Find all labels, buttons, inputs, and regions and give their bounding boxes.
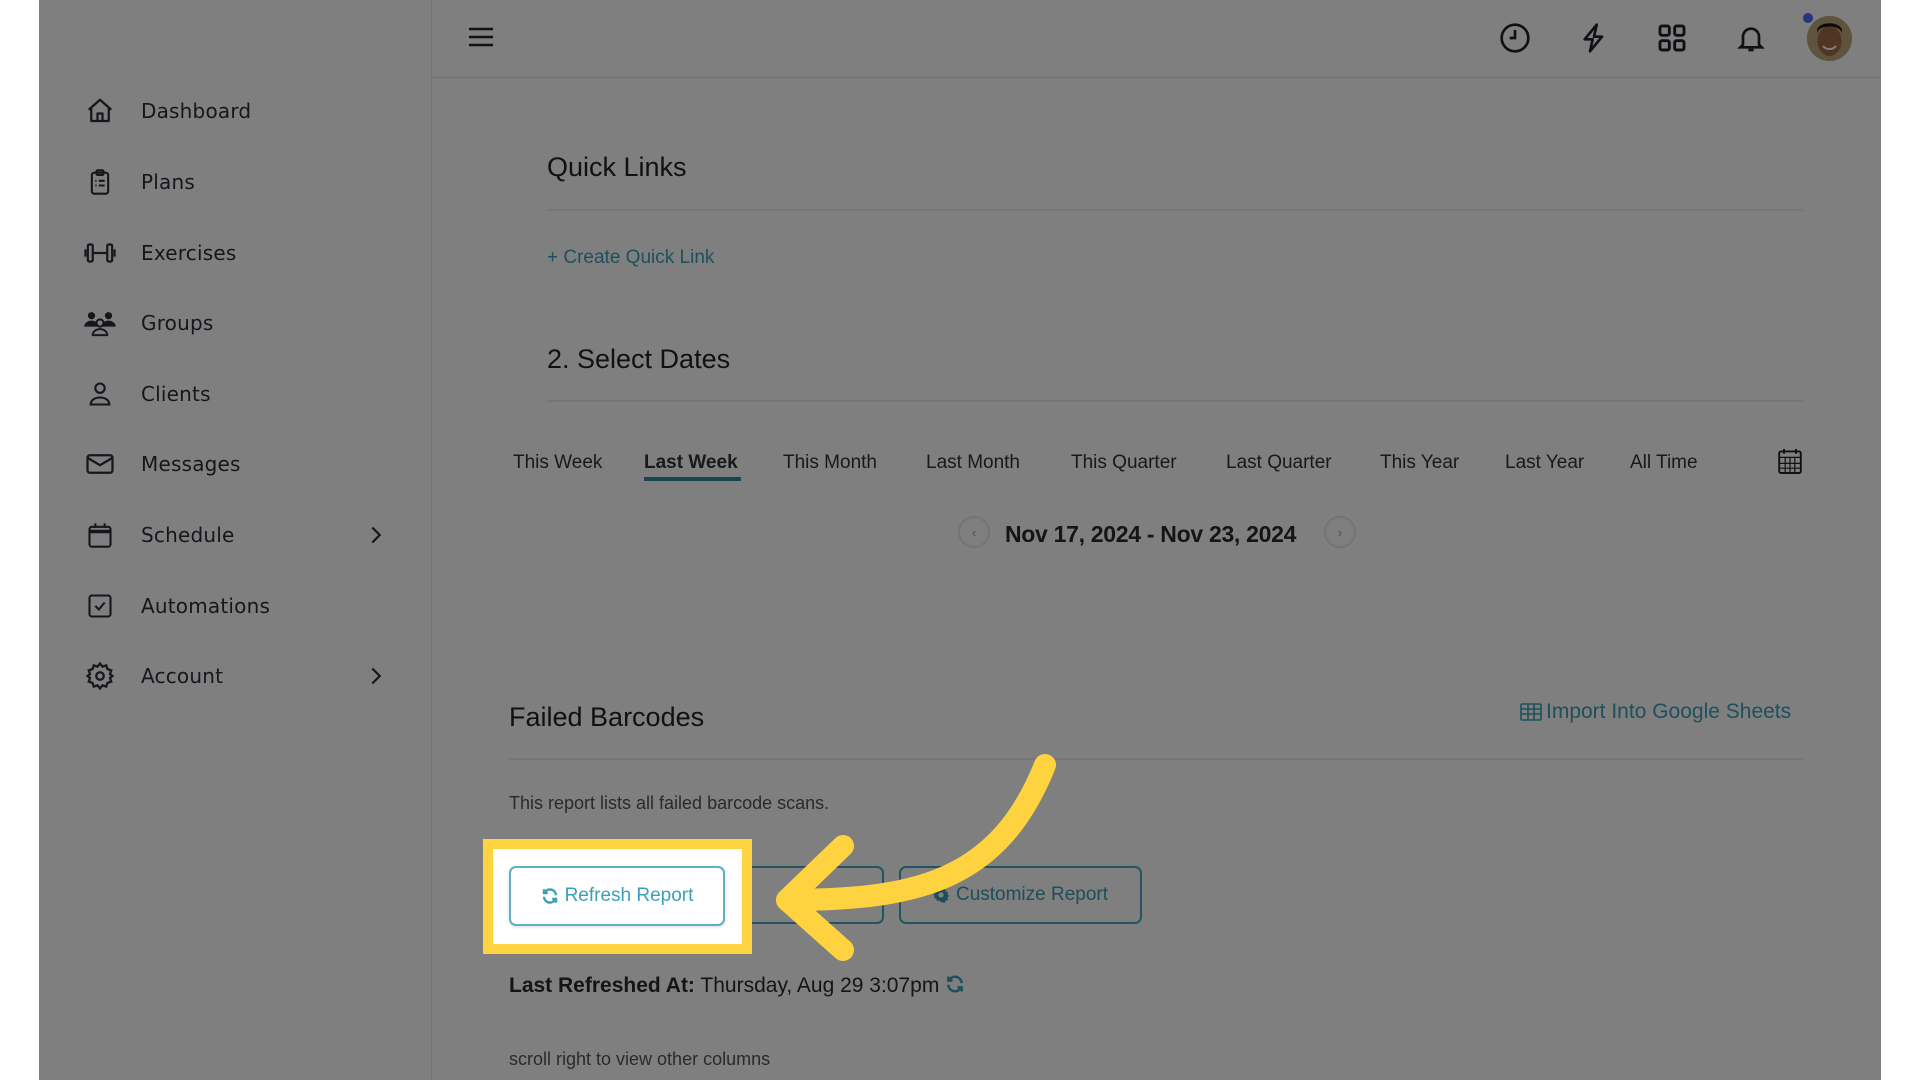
divider: [509, 758, 1803, 760]
envelope-icon: [83, 447, 117, 481]
divider: [547, 209, 1803, 211]
tab-this-year[interactable]: This Year: [1380, 452, 1459, 474]
highlight-box: Refresh Report: [483, 839, 752, 954]
customize-report-button[interactable]: Customize Report: [899, 866, 1142, 924]
tab-last-quarter[interactable]: Last Quarter: [1226, 452, 1332, 474]
sidebar-item-exercises[interactable]: Exercises: [83, 233, 423, 273]
quick-links-title: Quick Links: [547, 152, 687, 182]
last-refreshed-label: Last Refreshed At:: [509, 974, 695, 997]
refresh-icon[interactable]: [945, 974, 965, 1000]
import-google-sheets-link[interactable]: Import Into Google Sheets: [1520, 700, 1791, 724]
sidebar-item-label: Dashboard: [141, 99, 252, 123]
sidebar-item-label: Groups: [141, 311, 214, 335]
scroll-hint: scroll right to view other columns: [509, 1049, 771, 1069]
user-icon: [83, 377, 117, 411]
gear-icon: [83, 659, 117, 693]
download-button[interactable]: [740, 866, 884, 924]
table-icon: [1520, 703, 1542, 721]
calendar-picker-icon[interactable]: [1778, 447, 1802, 480]
report-title: Failed Barcodes: [509, 702, 705, 732]
tab-this-month[interactable]: This Month: [783, 452, 877, 474]
apps-grid-icon[interactable]: [1656, 22, 1688, 54]
notification-badge: [1803, 13, 1813, 23]
sidebar-item-clients[interactable]: Clients: [83, 374, 423, 414]
tab-last-year[interactable]: Last Year: [1505, 452, 1584, 474]
tab-this-week[interactable]: This Week: [513, 452, 602, 474]
refresh-report-button[interactable]: Refresh Report: [509, 866, 725, 926]
previous-range-button[interactable]: ‹: [958, 516, 990, 548]
avatar[interactable]: [1807, 16, 1852, 61]
sidebar-item-label: Account: [141, 664, 224, 688]
tab-this-quarter[interactable]: This Quarter: [1071, 452, 1177, 474]
active-tab-underline: [644, 477, 741, 481]
dumbbell-icon: [83, 236, 117, 270]
home-icon: [83, 94, 117, 128]
sidebar-item-groups[interactable]: Groups: [83, 303, 423, 343]
report-description: This report lists all failed barcode sca…: [509, 793, 830, 813]
tab-last-month[interactable]: Last Month: [926, 452, 1020, 474]
gear-icon: [932, 887, 949, 903]
chevron-right-icon: [369, 525, 383, 550]
refresh-report-label: Refresh Report: [564, 885, 694, 906]
menu-icon[interactable]: [468, 26, 494, 48]
sidebar-item-dashboard[interactable]: Dashboard: [83, 91, 423, 131]
tab-all-time[interactable]: All Time: [1630, 452, 1698, 474]
lightning-icon[interactable]: [1578, 22, 1610, 54]
sidebar-item-account[interactable]: Account: [83, 656, 423, 696]
sidebar-item-label: Plans: [141, 170, 195, 194]
sidebar-item-schedule[interactable]: Schedule: [83, 515, 423, 555]
sidebar-item-label: Schedule: [141, 523, 235, 547]
import-link-label: Import Into Google Sheets: [1546, 700, 1792, 723]
last-refreshed-value: Thursday, Aug 29 3:07pm: [700, 974, 940, 997]
sidebar-item-label: Exercises: [141, 241, 237, 265]
date-range-label: Nov 17, 2024 - Nov 23, 2024: [1005, 521, 1297, 547]
download-icon: [800, 886, 818, 904]
app-window: Dashboard Plans Exercises Groups Clients: [39, 0, 1881, 1080]
bell-icon[interactable]: [1735, 22, 1767, 54]
customize-report-label: Customize Report: [955, 884, 1109, 905]
checkbox-icon: [83, 589, 117, 623]
clipboard-icon: [83, 165, 117, 199]
sidebar-item-label: Clients: [141, 382, 211, 406]
divider: [547, 400, 1803, 402]
sidebar-item-plans[interactable]: Plans: [83, 162, 423, 202]
sidebar-item-messages[interactable]: Messages: [83, 444, 423, 484]
users-icon: [83, 306, 117, 340]
sidebar-item-automations[interactable]: Automations: [83, 586, 423, 626]
select-dates-title: 2. Select Dates: [547, 344, 731, 374]
clock-icon[interactable]: [1499, 22, 1531, 54]
sidebar-item-label: Messages: [141, 452, 241, 476]
sidebar: Dashboard Plans Exercises Groups Clients: [39, 0, 432, 1080]
calendar-icon: [83, 518, 117, 552]
refresh-icon: [541, 887, 559, 905]
create-quick-link[interactable]: + Create Quick Link: [547, 247, 714, 269]
chevron-right-icon: [369, 666, 383, 691]
sidebar-item-label: Automations: [141, 594, 271, 618]
last-refreshed: Last Refreshed At: Thursday, Aug 29 3:07…: [509, 974, 965, 1000]
tab-last-week[interactable]: Last Week: [644, 452, 738, 474]
next-range-button[interactable]: ›: [1324, 516, 1356, 548]
